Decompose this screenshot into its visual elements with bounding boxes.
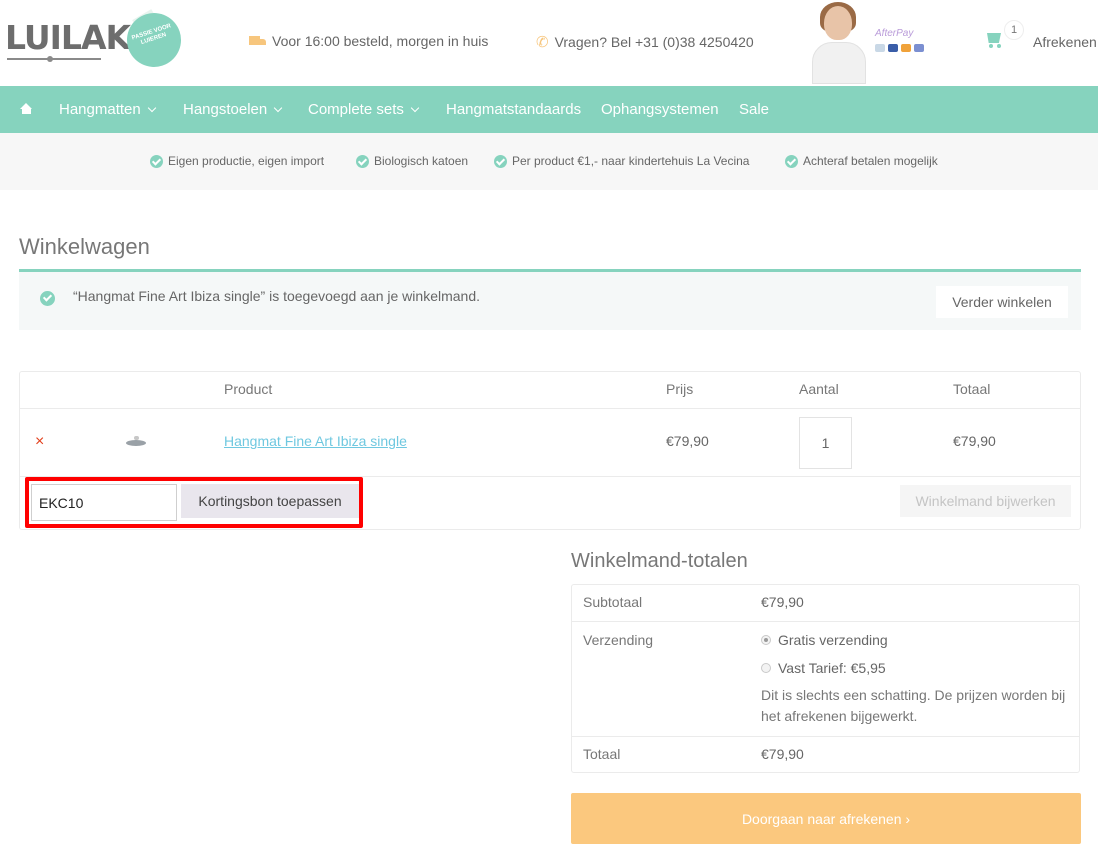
subtotal-row: Subtotaal €79,90 [572,585,1079,622]
usp-item: Achteraf betalen mogelijk [785,154,938,168]
nav-item-hangmatstandaards[interactable]: Hangmatstandaards [446,101,581,118]
paypal-icon [888,44,898,52]
item-total: €79,90 [953,433,996,449]
phone-icon: ✆ [536,34,549,51]
column-header-total: Totaal [953,381,991,397]
nav-label: Hangmatstandaards [446,101,582,118]
cart-table: Product Prijs Aantal Totaal × Hangmat Fi… [19,371,1081,530]
cart-count-badge[interactable]: 1 [1004,20,1024,40]
total-value: €79,90 [761,746,804,762]
nav-item-complete-sets[interactable]: Complete sets [308,101,420,118]
nav-item-sale[interactable]: Sale [739,101,769,118]
shipping-label: Verzending [583,632,654,648]
usp-text: Per product €1,- naar kindertehuis La Ve… [512,154,750,168]
shipping-note: Dit is slechts een schatting. De prijzen… [761,687,1066,724]
update-cart-button[interactable]: Winkelmand bijwerken [900,485,1071,517]
nav-item-ophangsystemen[interactable]: Ophangsystemen [601,101,719,118]
bancontact-icon [914,44,924,52]
usp-text: Achteraf betalen mogelijk [803,154,938,168]
customer-service-image [808,2,866,84]
check-circle-icon [150,154,163,168]
logo-underline [7,56,101,62]
usp-item: Per product €1,- naar kindertehuis La Ve… [494,154,749,168]
product-link[interactable]: Hangmat Fine Art Ibiza single [224,433,407,449]
chevron-down-icon [147,103,156,112]
shipping-row: Verzending Gratis verzending Vast Tarief… [572,622,1079,737]
total-row: Totaal €79,90 [572,737,1079,773]
nav-item-hangmatten[interactable]: Hangmatten [59,101,156,118]
shipping-option-label: Vast Tarief: €5,95 [778,660,886,676]
radio-selected[interactable] [761,635,771,645]
column-header-product: Product [224,381,273,397]
chevron-down-icon [273,103,283,112]
checkout-link[interactable]: Afrekenen [1033,34,1097,50]
product-thumbnail[interactable] [126,436,146,448]
nav-label: Sale [739,101,770,118]
truck-icon [249,35,266,47]
card-icon [875,44,885,52]
chevron-down-icon [410,103,420,112]
notice-message: “Hangmat Fine Art Ibiza single” is toege… [73,288,480,304]
afterpay-logo: AfterPay [875,28,914,39]
site-logo[interactable]: LUILAK [5,18,131,57]
coupon-highlight-box: Kortingsbon toepassen [25,477,363,528]
sofort-icon [901,44,911,52]
check-circle-icon [40,291,55,306]
cart-item-row: × Hangmat Fine Art Ibiza single €79,90 €… [20,409,1080,477]
nav-label: Complete sets [308,101,404,118]
usp-text: Eigen productie, eigen import [168,154,325,168]
passie-badge: PASSIE VOOR LUIEREN [119,5,189,75]
cart-totals-title: Winkelmand-totalen [571,550,748,572]
cart-table-header: Product Prijs Aantal Totaal [20,372,1080,409]
check-circle-icon [356,154,369,168]
nav-label: Ophangsystemen [601,101,719,118]
remove-item-icon[interactable]: × [35,433,44,451]
page-title: Winkelwagen [19,234,150,259]
coupon-code-input[interactable] [31,484,177,521]
nav-item-hangstoelen[interactable]: Hangstoelen [183,101,283,118]
usp-bar: Eigen productie, eigen import Biologisch… [0,133,1098,190]
proceed-to-checkout-button[interactable]: Doorgaan naar afrekenen › [571,793,1081,844]
column-header-quantity: Aantal [799,381,839,397]
radio-unselected[interactable] [761,663,771,673]
home-icon[interactable] [20,103,33,114]
cart-totals-table: Subtotaal €79,90 Verzending Gratis verze… [571,584,1080,773]
cart-icon[interactable] [984,31,1004,49]
column-header-price: Prijs [666,381,694,397]
total-label: Totaal [583,746,621,762]
shipping-option-flat[interactable]: Vast Tarief: €5,95 [761,660,886,676]
cart-notice: “Hangmat Fine Art Ibiza single” is toege… [19,269,1081,330]
check-circle-icon [785,154,798,168]
usp-text: Biologisch katoen [374,154,469,168]
usp-item: Biologisch katoen [356,154,468,168]
delivery-text: Voor 16:00 besteld, morgen in huis [272,33,489,49]
check-circle-icon [494,154,507,168]
quantity-input[interactable] [799,417,852,469]
nav-label: Hangmatten [59,101,141,118]
main-navigation: Hangmatten Hangstoelen Complete sets Han… [0,86,1098,133]
phone-info: ✆ Vragen? Bel +31 (0)38 4250420 [536,33,754,51]
subtotal-value: €79,90 [761,594,804,610]
nav-label: Hangstoelen [183,101,268,118]
shipping-option-free[interactable]: Gratis verzending [761,632,888,648]
delivery-info: Voor 16:00 besteld, morgen in huis [249,33,488,49]
continue-shopping-button[interactable]: Verder winkelen [936,286,1068,318]
payment-icons [875,44,924,52]
apply-coupon-button[interactable]: Kortingsbon toepassen [181,484,359,518]
site-header: LUILAK PASSIE VOOR LUIEREN Voor 16:00 be… [0,0,1098,86]
item-price: €79,90 [666,433,709,449]
phone-text[interactable]: Vragen? Bel +31 (0)38 4250420 [555,34,754,50]
subtotal-label: Subtotaal [583,594,643,610]
usp-item: Eigen productie, eigen import [150,154,324,168]
shipping-option-label: Gratis verzending [778,632,888,648]
